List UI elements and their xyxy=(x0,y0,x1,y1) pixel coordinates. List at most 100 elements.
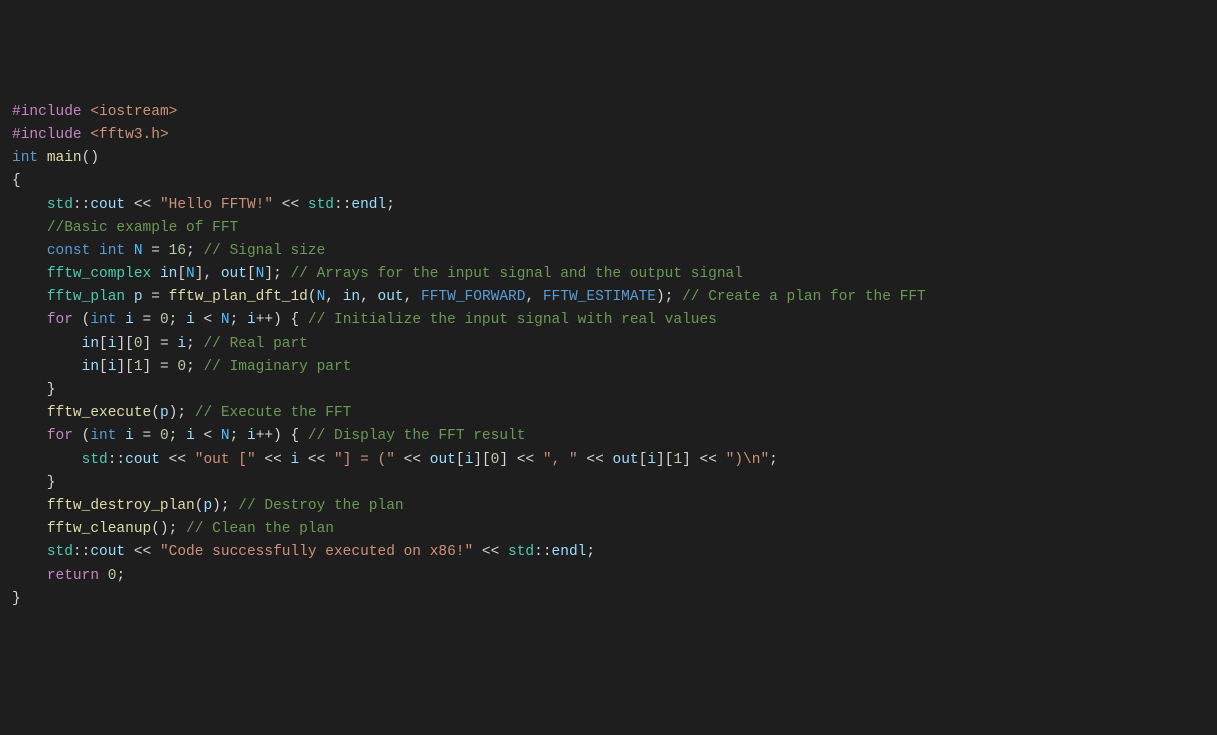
code-token: ( xyxy=(73,428,90,444)
code-token: :: xyxy=(334,197,351,213)
code-token: i xyxy=(125,428,134,444)
code-token: p xyxy=(134,289,143,305)
code-token: i xyxy=(647,452,656,468)
code-token: ); xyxy=(212,498,238,514)
code-token: i xyxy=(291,452,300,468)
code-token: << xyxy=(473,544,508,560)
code-token: N xyxy=(134,243,143,259)
code-token: [ xyxy=(456,452,465,468)
code-token xyxy=(12,289,47,305)
code-token: :: xyxy=(73,544,90,560)
code-token: ; xyxy=(186,243,203,259)
code-token: [ xyxy=(177,266,186,282)
code-token: int xyxy=(90,428,116,444)
code-token xyxy=(125,243,134,259)
code-token xyxy=(12,243,47,259)
code-token: ); xyxy=(656,289,682,305)
code-token: ; xyxy=(230,312,247,328)
code-token: std xyxy=(47,544,73,560)
code-token: << xyxy=(395,452,430,468)
code-token: // Real part xyxy=(203,336,307,352)
code-token xyxy=(12,544,47,560)
code-token: in xyxy=(343,289,360,305)
code-token: ], xyxy=(195,266,221,282)
code-token: << xyxy=(125,197,160,213)
code-token xyxy=(12,498,47,514)
code-token: ")\n" xyxy=(726,452,770,468)
code-token: ; xyxy=(169,312,186,328)
code-token: FFTW_ESTIMATE xyxy=(543,289,656,305)
code-token: ( xyxy=(151,405,160,421)
code-token: , xyxy=(404,289,421,305)
code-token xyxy=(38,150,47,166)
code-token: cout xyxy=(90,544,125,560)
code-token: () xyxy=(82,150,99,166)
code-line: fftw_cleanup(); // Clean the plan xyxy=(12,518,1205,541)
code-token: out xyxy=(221,266,247,282)
code-token: <fftw3.h> xyxy=(90,127,168,143)
code-line: #include <fftw3.h> xyxy=(12,124,1205,147)
code-token: 0 xyxy=(160,312,169,328)
code-line: in[i][0] = i; // Real part xyxy=(12,333,1205,356)
code-token xyxy=(12,452,82,468)
code-token: ( xyxy=(308,289,317,305)
code-token: ][ xyxy=(116,359,133,375)
code-line: in[i][1] = 0; // Imaginary part xyxy=(12,356,1205,379)
code-line: int main() xyxy=(12,147,1205,170)
code-token: << xyxy=(299,452,334,468)
code-token: for xyxy=(47,312,73,328)
code-token: main xyxy=(47,150,82,166)
code-token xyxy=(12,405,47,421)
code-token: ] = xyxy=(143,359,178,375)
code-token: = xyxy=(134,312,160,328)
code-token: :: xyxy=(534,544,551,560)
code-token: ; xyxy=(169,428,186,444)
code-token: fftw_plan_dft_1d xyxy=(169,289,308,305)
code-token: ; xyxy=(116,568,125,584)
code-token: cout xyxy=(125,452,160,468)
code-token: ] << xyxy=(682,452,726,468)
code-token: :: xyxy=(73,197,90,213)
code-token: << xyxy=(125,544,160,560)
code-token: "Code successfully executed on x86!" xyxy=(160,544,473,560)
code-token: i xyxy=(177,336,186,352)
code-token: fftw_complex xyxy=(47,266,151,282)
code-token: for xyxy=(47,428,73,444)
code-token: < xyxy=(195,312,221,328)
code-token: << xyxy=(578,452,613,468)
code-token: fftw_destroy_plan xyxy=(47,498,195,514)
code-token: return xyxy=(47,568,99,584)
code-token: std xyxy=(508,544,534,560)
code-token: , xyxy=(525,289,542,305)
code-token: N xyxy=(221,428,230,444)
code-token: int xyxy=(90,312,116,328)
code-token: i xyxy=(186,428,195,444)
code-token: i xyxy=(247,428,256,444)
code-token: // Signal size xyxy=(203,243,325,259)
code-token xyxy=(12,312,47,328)
code-line: const int N = 16; // Signal size xyxy=(12,240,1205,263)
code-token: i xyxy=(186,312,195,328)
code-token: = xyxy=(143,243,169,259)
code-token: const xyxy=(47,243,91,259)
code-line: fftw_plan p = fftw_plan_dft_1d(N, in, ou… xyxy=(12,286,1205,309)
code-token: "out [" xyxy=(195,452,256,468)
code-token: i xyxy=(465,452,474,468)
code-token: // Destroy the plan xyxy=(238,498,403,514)
code-token xyxy=(12,266,47,282)
code-line: } xyxy=(12,472,1205,495)
code-token: i xyxy=(125,312,134,328)
code-token: ][ xyxy=(656,452,673,468)
code-line: { xyxy=(12,170,1205,193)
code-token: , xyxy=(325,289,342,305)
code-token: fftw_cleanup xyxy=(47,521,151,537)
code-token xyxy=(151,266,160,282)
code-token: 0 xyxy=(134,336,143,352)
code-token: = xyxy=(143,289,169,305)
code-line: //Basic example of FFT xyxy=(12,217,1205,240)
code-token: << xyxy=(273,197,308,213)
code-token: 16 xyxy=(169,243,186,259)
code-token: :: xyxy=(108,452,125,468)
code-line: fftw_execute(p); // Execute the FFT xyxy=(12,402,1205,425)
code-token xyxy=(12,568,47,584)
